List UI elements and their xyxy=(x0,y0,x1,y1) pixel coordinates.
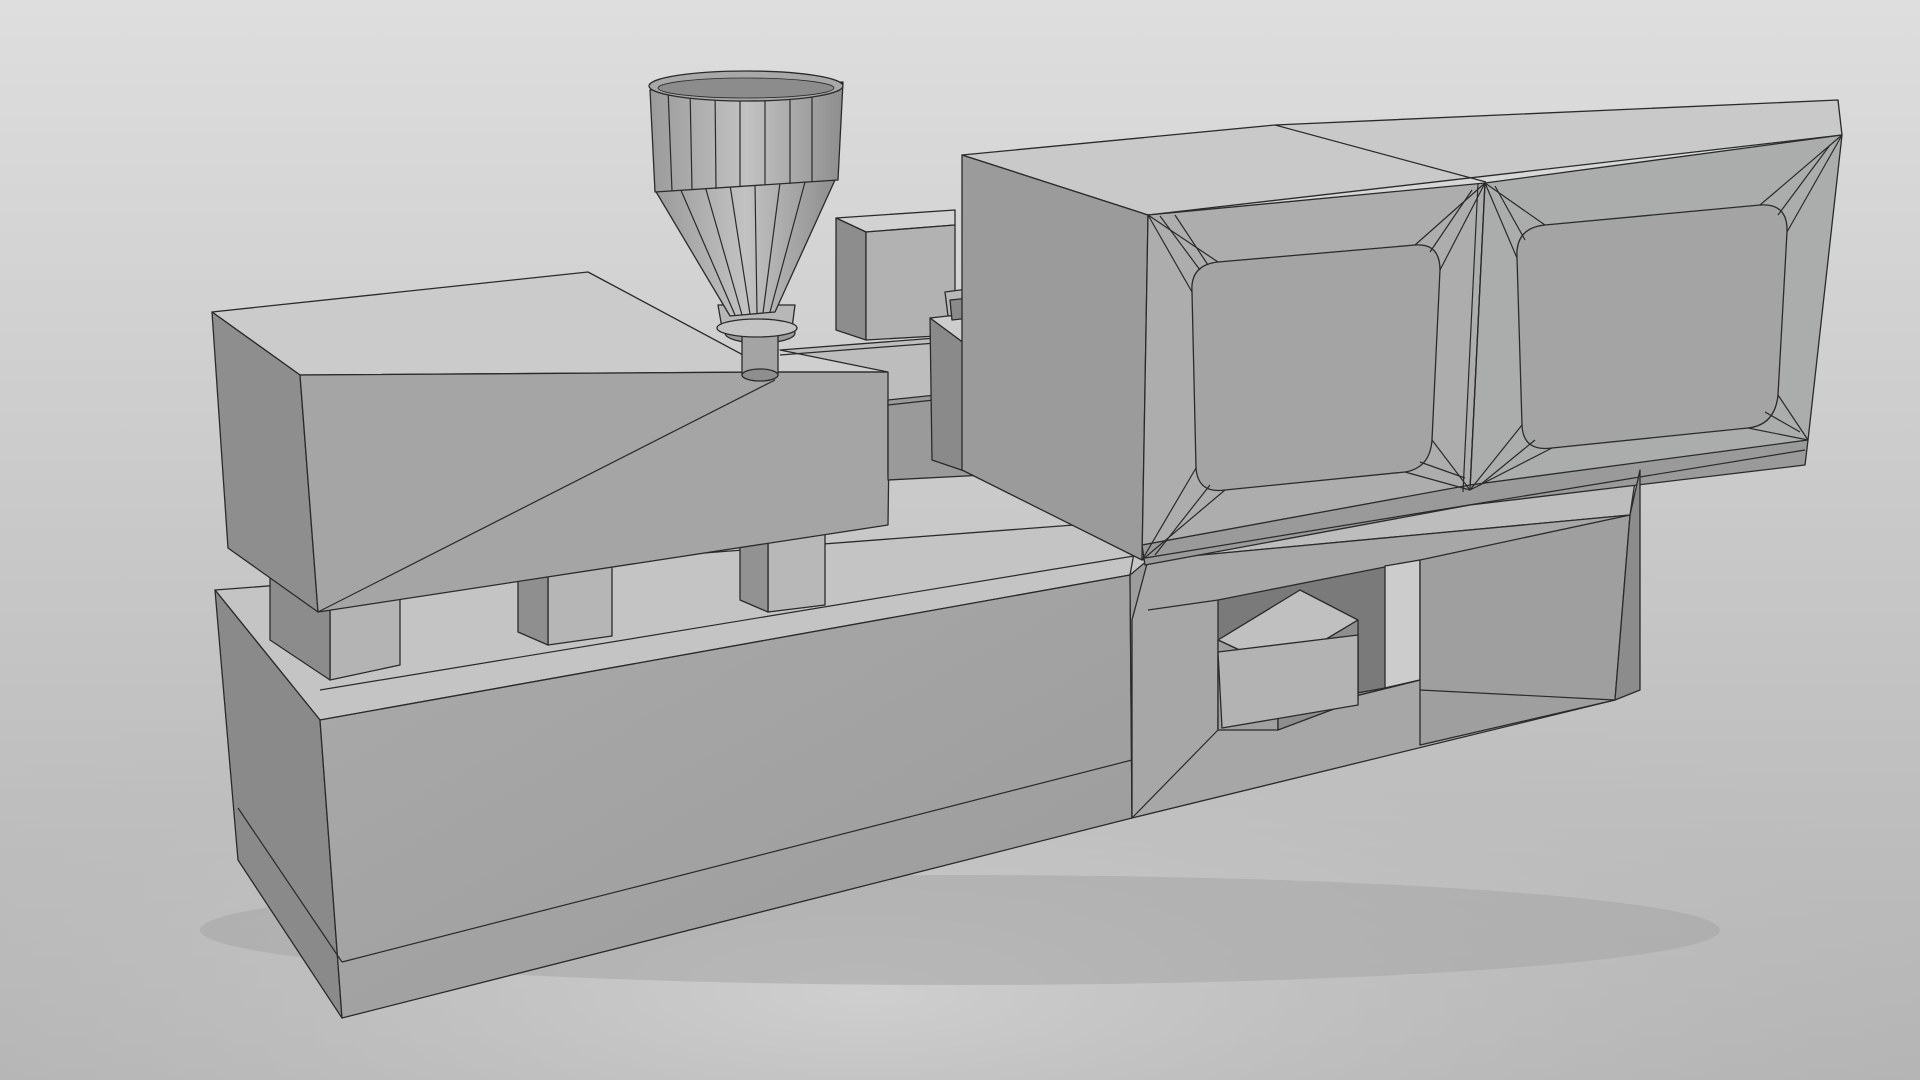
machine-render xyxy=(0,0,1920,1080)
